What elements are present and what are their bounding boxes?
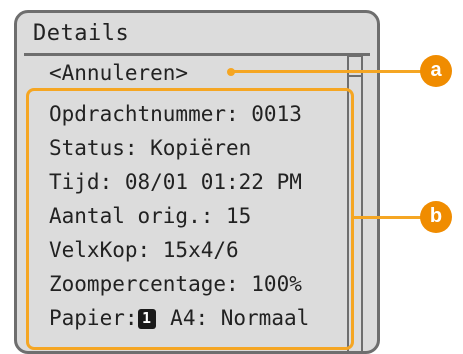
scrollbar-thumb[interactable]: [347, 55, 363, 77]
callout-b-outline: [26, 88, 354, 350]
screen-title: Details: [33, 21, 130, 46]
callout-b-badge: b: [420, 201, 452, 233]
cancel-button[interactable]: <Annuleren>: [49, 61, 188, 85]
callout-a-dot: [227, 68, 235, 76]
callout-a-leader-line: [231, 70, 424, 73]
title-divider: [24, 53, 370, 56]
callout-b-leader-line: [354, 216, 424, 219]
callout-a-badge: a: [420, 55, 452, 87]
